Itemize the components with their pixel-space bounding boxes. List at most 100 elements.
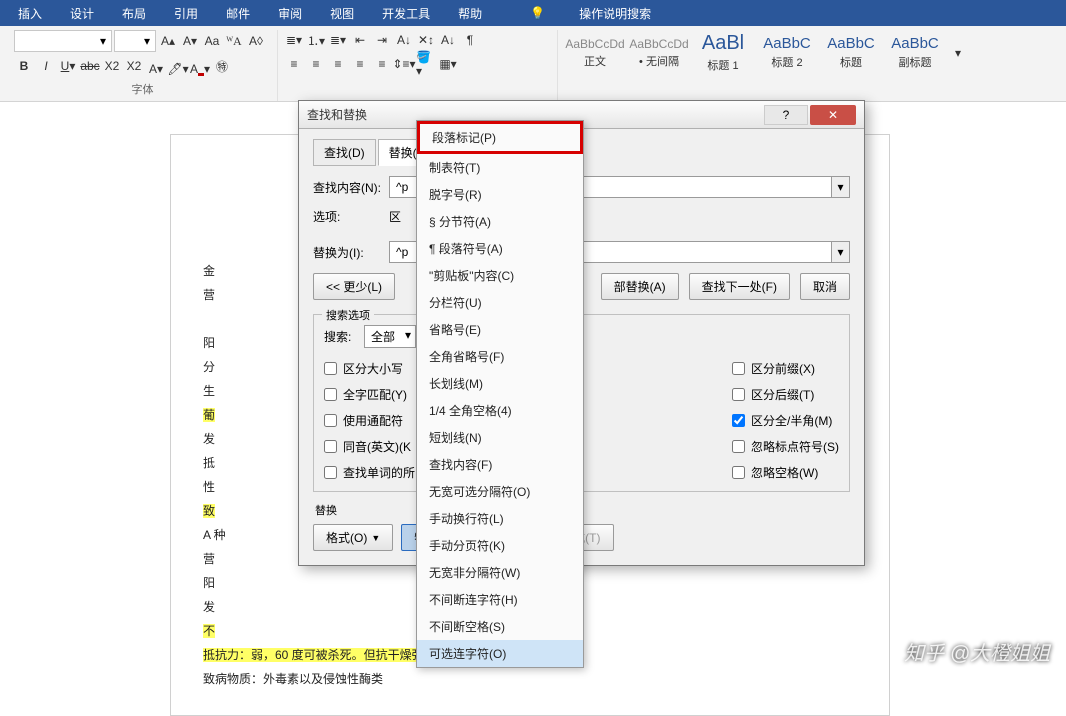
- tab-view[interactable]: 视图: [316, 0, 368, 26]
- chevron-down-icon[interactable]: ▾: [95, 34, 111, 48]
- menu-caret-char[interactable]: 脱字号(R): [417, 181, 583, 208]
- chevron-down-icon[interactable]: ▾: [831, 177, 849, 197]
- line-spacing-icon[interactable]: ⇕≡▾: [394, 54, 414, 74]
- ignore-punctuation-checkbox[interactable]: 忽略标点符号(S): [732, 438, 839, 455]
- close-button[interactable]: ✕: [810, 105, 856, 125]
- menu-no-width-non-break[interactable]: 无宽非分隔符(W): [417, 559, 583, 586]
- cancel-button[interactable]: 取消: [800, 273, 850, 300]
- tab-references[interactable]: 引用: [160, 0, 212, 26]
- replace-with-label: 替换为(I):: [313, 244, 389, 261]
- whole-words-checkbox[interactable]: 全字匹配(Y): [324, 386, 415, 403]
- style-subtitle[interactable]: AaBbC副标题: [884, 33, 946, 72]
- show-hide-icon[interactable]: A↓: [438, 30, 458, 50]
- tab-developer[interactable]: 开发工具: [368, 0, 444, 26]
- menu-nonbreaking-hyphen[interactable]: 不间断连字符(H): [417, 586, 583, 613]
- justify-icon[interactable]: ≡: [350, 54, 370, 74]
- match-suffix-checkbox[interactable]: 区分后缀(T): [732, 386, 839, 403]
- menu-clipboard-contents[interactable]: "剪贴板"内容(C): [417, 262, 583, 289]
- text-direction-icon[interactable]: ✕↕: [416, 30, 436, 50]
- menu-manual-line-break[interactable]: 手动换行符(L): [417, 505, 583, 532]
- styles-group: AaBbCcDd正文 AaBbCcDd• 无间隔 AaBl标题 1 AaBbC标…: [558, 30, 974, 101]
- options-label: 选项:: [313, 208, 389, 225]
- less-button[interactable]: << 更少(L): [313, 273, 395, 300]
- chevron-down-icon[interactable]: ▾: [139, 34, 155, 48]
- bold-icon[interactable]: B: [14, 56, 34, 76]
- style-title[interactable]: AaBbC标题: [820, 33, 882, 72]
- tab-layout[interactable]: 布局: [108, 0, 160, 26]
- styles-expand-icon[interactable]: ▾: [948, 43, 968, 63]
- numbering-icon[interactable]: ⒈▾: [306, 30, 326, 50]
- menu-quarter-em-space[interactable]: 1/4 全角空格(4): [417, 397, 583, 424]
- tell-me-search[interactable]: 💡操作说明搜索: [502, 0, 679, 26]
- tab-design[interactable]: 设计: [56, 0, 108, 26]
- phonetic-guide-icon[interactable]: ᵂA: [224, 31, 244, 51]
- menu-manual-page-break[interactable]: 手动分页符(K): [417, 532, 583, 559]
- search-label: 搜索:: [324, 328, 364, 345]
- bullets-icon[interactable]: ≣▾: [284, 30, 304, 50]
- enclose-chars-icon[interactable]: ㊕: [212, 56, 232, 76]
- menu-paragraph-mark[interactable]: 段落标记(P): [417, 121, 583, 154]
- menu-em-dash[interactable]: 长划线(M): [417, 370, 583, 397]
- menu-no-width-optional-break[interactable]: 无宽可选分隔符(O): [417, 478, 583, 505]
- multilevel-list-icon[interactable]: ≣▾: [328, 30, 348, 50]
- highlight-color-icon[interactable]: 🖊▾: [168, 56, 188, 76]
- italic-icon[interactable]: I: [36, 56, 56, 76]
- tab-find[interactable]: 查找(D): [313, 139, 376, 166]
- sounds-like-checkbox[interactable]: 同音(英文)(K: [324, 438, 415, 455]
- find-all-word-forms-checkbox[interactable]: 查找单词的所: [324, 464, 415, 481]
- menu-paragraph-char[interactable]: ¶ 段落符号(A): [417, 235, 583, 262]
- change-case-icon[interactable]: Aa: [202, 31, 222, 51]
- text-effects-icon[interactable]: A▾: [146, 56, 166, 76]
- strikethrough-icon[interactable]: abc: [80, 56, 100, 76]
- shading-icon[interactable]: 🪣▾: [416, 54, 436, 74]
- match-case-checkbox[interactable]: 区分大小写: [324, 360, 415, 377]
- align-right-icon[interactable]: ≡: [328, 54, 348, 74]
- search-direction-select[interactable]: 全部: [364, 325, 416, 348]
- increase-indent-icon[interactable]: ⇥: [372, 30, 392, 50]
- menu-find-what-text[interactable]: 查找内容(F): [417, 451, 583, 478]
- menu-section-char[interactable]: § 分节符(A): [417, 208, 583, 235]
- style-no-spacing[interactable]: AaBbCcDd• 无间隔: [628, 35, 690, 71]
- font-family-input[interactable]: [15, 34, 95, 48]
- grow-font-icon[interactable]: A▴: [158, 31, 178, 51]
- menu-optional-hyphen[interactable]: 可选连字符(O): [417, 640, 583, 667]
- menu-ellipsis[interactable]: 省略号(E): [417, 316, 583, 343]
- distributed-icon[interactable]: ≡: [372, 54, 392, 74]
- shrink-font-icon[interactable]: A▾: [180, 31, 200, 51]
- menu-nonbreaking-space[interactable]: 不间断空格(S): [417, 613, 583, 640]
- tab-insert[interactable]: 插入: [4, 0, 56, 26]
- font-family-combo[interactable]: ▾: [14, 30, 112, 52]
- borders-icon[interactable]: ▦▾: [438, 54, 458, 74]
- ignore-whitespace-checkbox[interactable]: 忽略空格(W): [732, 464, 839, 481]
- menu-full-ellipsis[interactable]: 全角省略号(F): [417, 343, 583, 370]
- align-center-icon[interactable]: ≡: [306, 54, 326, 74]
- match-prefix-checkbox[interactable]: 区分前缀(X): [732, 360, 839, 377]
- style-heading-1[interactable]: AaBl标题 1: [692, 30, 754, 75]
- font-size-combo[interactable]: ▾: [114, 30, 156, 52]
- format-button[interactable]: 格式(O)▼: [313, 524, 393, 551]
- menu-tab-char[interactable]: 制表符(T): [417, 154, 583, 181]
- align-left-icon[interactable]: ≡: [284, 54, 304, 74]
- superscript-icon[interactable]: X2: [124, 56, 144, 76]
- decrease-indent-icon[interactable]: ⇤: [350, 30, 370, 50]
- find-next-button[interactable]: 查找下一处(F): [689, 273, 790, 300]
- font-size-input[interactable]: [115, 34, 139, 48]
- match-half-full-width-checkbox[interactable]: 区分全/半角(M): [732, 412, 839, 429]
- chevron-down-icon[interactable]: ▾: [831, 242, 849, 262]
- tab-mailings[interactable]: 邮件: [212, 0, 264, 26]
- menu-column-break[interactable]: 分栏符(U): [417, 289, 583, 316]
- clear-formatting-icon[interactable]: A◊: [246, 31, 266, 51]
- pilcrow-icon[interactable]: ¶: [460, 30, 480, 50]
- use-wildcards-checkbox[interactable]: 使用通配符: [324, 412, 415, 429]
- underline-icon[interactable]: U▾: [58, 56, 78, 76]
- style-normal[interactable]: AaBbCcDd正文: [564, 35, 626, 71]
- style-heading-2[interactable]: AaBbC标题 2: [756, 33, 818, 72]
- help-button[interactable]: ?: [764, 105, 808, 125]
- menu-en-dash[interactable]: 短划线(N): [417, 424, 583, 451]
- subscript-icon[interactable]: X2: [102, 56, 122, 76]
- font-color-icon[interactable]: A▾: [190, 56, 210, 76]
- replace-all-button[interactable]: 部替换(A): [601, 273, 679, 300]
- tab-review[interactable]: 审阅: [264, 0, 316, 26]
- tab-help[interactable]: 帮助: [444, 0, 496, 26]
- sort-icon[interactable]: A↓: [394, 30, 414, 50]
